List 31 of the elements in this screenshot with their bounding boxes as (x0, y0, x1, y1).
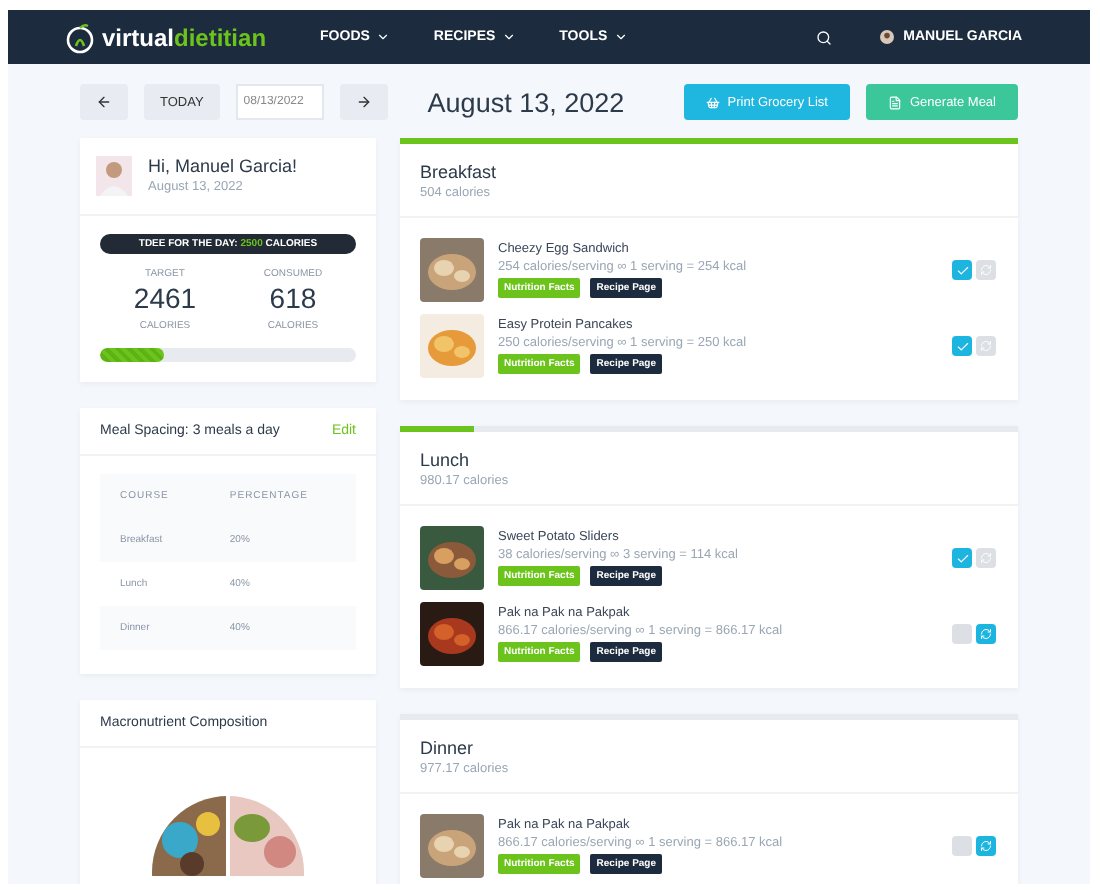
swap-button[interactable] (976, 624, 996, 644)
eaten-checkbox[interactable] (952, 260, 972, 280)
stat-value: 618 (267, 282, 319, 314)
meal-title: Dinner (420, 738, 476, 758)
meal-title: Lunch (420, 450, 472, 470)
swap-button[interactable] (976, 548, 996, 568)
swap-button[interactable] (976, 336, 996, 356)
chevron-down-icon (613, 30, 628, 44)
logo-text[interactable]: virtualdietitian (102, 23, 267, 51)
next-day-button[interactable] (339, 84, 388, 120)
eaten-checkbox[interactable] (952, 836, 972, 856)
chevron-down-icon (375, 30, 390, 44)
swap-button[interactable] (976, 836, 996, 856)
chevron-down-icon (501, 30, 516, 44)
meal-title: Breakfast (420, 162, 499, 182)
swap-button[interactable] (976, 260, 996, 280)
avatar-icon (879, 30, 894, 44)
eaten-checkbox[interactable] (952, 336, 972, 356)
eaten-checkbox[interactable] (952, 624, 972, 644)
previous-day-button[interactable] (80, 84, 128, 120)
stat-value: 2461 (133, 282, 197, 314)
eaten-checkbox[interactable] (952, 548, 972, 568)
search-icon[interactable] (815, 29, 832, 45)
avatar (96, 156, 132, 196)
greeting: Hi, Manuel Garcia! (148, 156, 298, 176)
date-heading: August 13, 2022 (427, 87, 627, 117)
arrow-right-icon (355, 94, 372, 110)
basket-icon (705, 95, 720, 109)
document-icon (888, 95, 902, 109)
apple-icon (64, 21, 96, 53)
arrow-left-icon (96, 94, 112, 110)
